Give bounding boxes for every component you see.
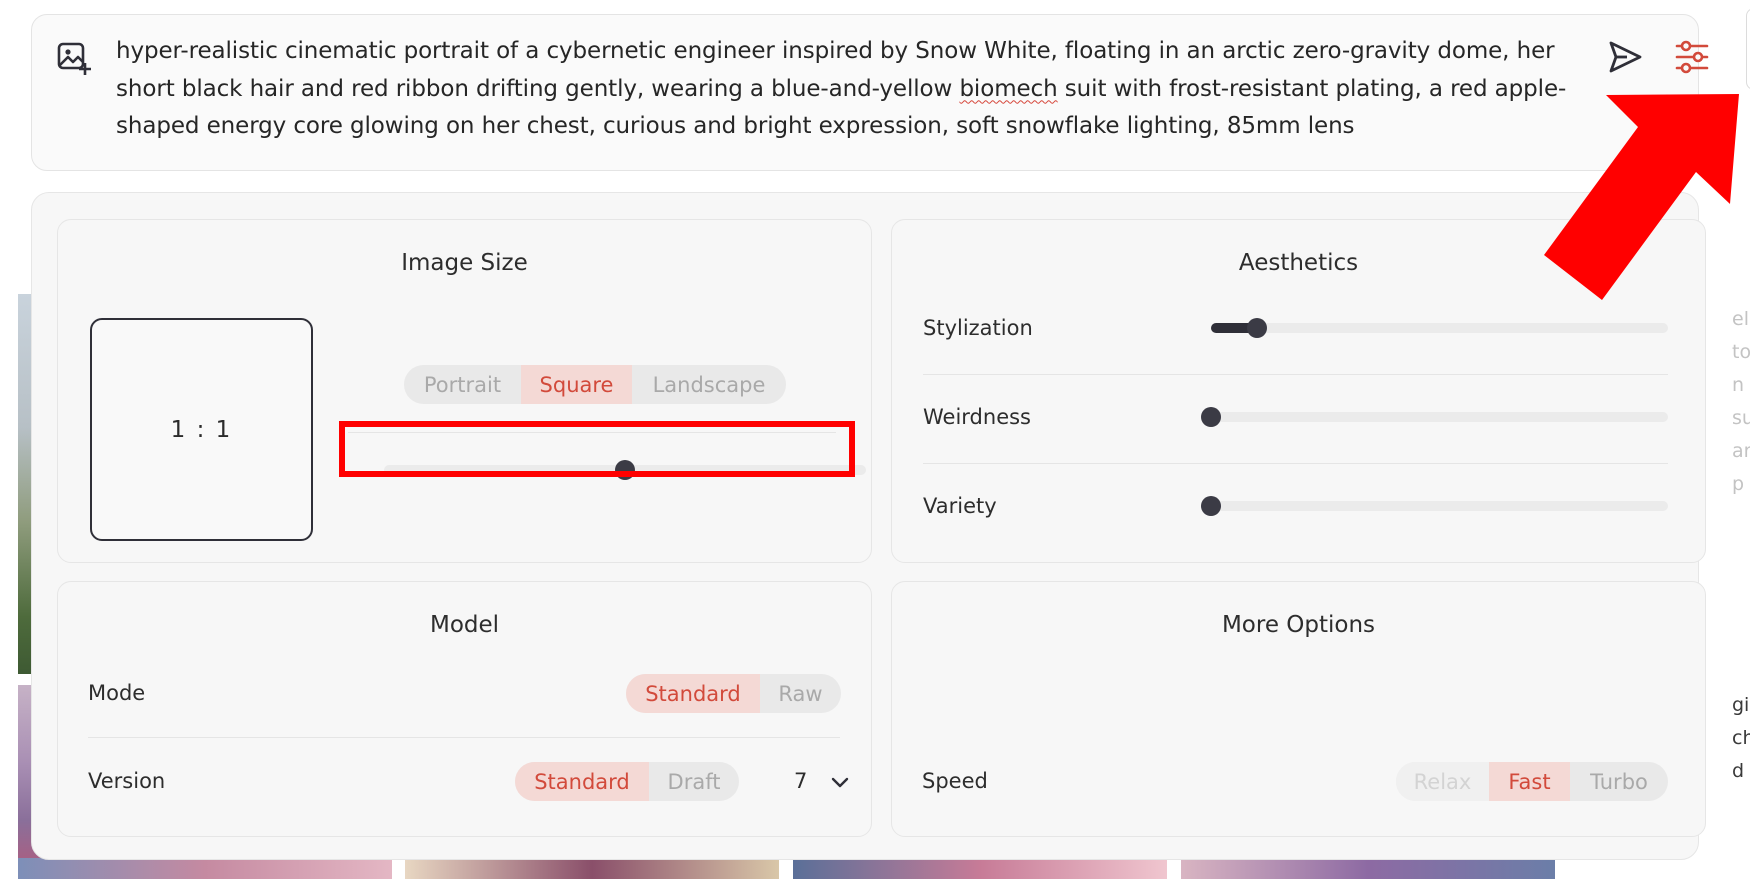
prompt-line: hyper-realistic cinematic portrait of a … <box>116 38 1555 64</box>
weirdness-slider[interactable] <box>1201 407 1668 427</box>
variety-slider[interactable] <box>1201 496 1668 516</box>
model-card: Model Mode Standard Raw Version Standard… <box>57 581 872 837</box>
highlight-annotation <box>339 421 855 477</box>
weirdness-label: Weirdness <box>923 405 1031 429</box>
misspelled-word[interactable]: biomech <box>959 76 1057 102</box>
mode-toggle: Standard Raw <box>626 674 841 713</box>
orientation-toggle: Portrait Square Landscape <box>404 365 786 404</box>
prompt-input[interactable]: hyper-realistic cinematic portrait of a … <box>116 33 1616 146</box>
version-toggle: Standard Draft <box>515 762 739 801</box>
background-text: gi <box>1732 694 1750 716</box>
red-arrow-annotation <box>1544 94 1739 300</box>
mode-raw-button[interactable]: Raw <box>760 674 841 713</box>
version-draft-button[interactable]: Draft <box>649 762 739 801</box>
speed-relax-button[interactable]: Relax <box>1396 762 1489 801</box>
image-size-card: Image Size 1 : 1 Portrait Square Landsca… <box>57 219 872 563</box>
prompt-bar: hyper-realistic cinematic portrait of a … <box>31 14 1709 171</box>
prompt-line: suit with frost-resistant plating, a red… <box>1057 75 1567 102</box>
gallery-thumbnail[interactable] <box>793 858 1167 879</box>
gallery-thumbnail[interactable] <box>405 858 779 879</box>
divider <box>88 737 840 738</box>
variety-label: Variety <box>923 494 997 518</box>
settings-panel: Image Size 1 : 1 Portrait Square Landsca… <box>31 192 1706 860</box>
stylization-label: Stylization <box>923 316 1033 340</box>
background-text: su <box>1732 407 1750 429</box>
background-text: d <box>1732 760 1745 782</box>
orientation-square-button[interactable]: Square <box>521 365 632 404</box>
speed-label: Speed <box>922 769 988 793</box>
background-text: ar <box>1732 440 1750 462</box>
more-options-card: More Options Speed Relax Fast Turbo <box>891 581 1706 837</box>
slider-thumb[interactable] <box>1246 318 1267 338</box>
gallery-thumbnail[interactable] <box>18 858 392 879</box>
aspect-ratio-label: 1 : 1 <box>170 416 233 443</box>
stylization-slider[interactable] <box>1211 318 1668 338</box>
speed-toggle: Relax Fast Turbo <box>1396 762 1668 801</box>
prompt-line: shaped energy core glowing on her chest,… <box>116 113 1355 139</box>
more-options-title: More Options <box>1221 612 1376 638</box>
version-standard-button[interactable]: Standard <box>515 762 649 801</box>
version-label: Version <box>88 769 166 793</box>
speed-turbo-button[interactable]: Turbo <box>1570 762 1668 801</box>
model-title: Model <box>429 612 500 638</box>
chevron-down-icon[interactable] <box>828 770 852 794</box>
image-size-title: Image Size <box>401 250 528 276</box>
background-text: ch <box>1732 727 1750 749</box>
sliders-icon[interactable] <box>1672 37 1712 77</box>
slider-thumb[interactable] <box>1201 496 1221 516</box>
divider <box>923 374 1668 375</box>
orientation-landscape-button[interactable]: Landscape <box>632 365 786 404</box>
image-add-icon[interactable] <box>56 40 92 76</box>
orientation-portrait-button[interactable]: Portrait <box>404 365 521 404</box>
send-icon[interactable] <box>1605 37 1645 77</box>
mode-label: Mode <box>88 681 146 705</box>
background-text: p <box>1732 473 1745 495</box>
prompt-line: short black hair and red ribbon drifting… <box>116 75 960 102</box>
slider-thumb[interactable] <box>1201 407 1221 427</box>
divider <box>923 463 1668 464</box>
mode-standard-button[interactable]: Standard <box>626 674 760 713</box>
side-panel-card <box>1746 8 1750 90</box>
speed-fast-button[interactable]: Fast <box>1489 762 1570 801</box>
version-number[interactable]: 7 <box>794 769 807 793</box>
background-text: to <box>1732 341 1750 363</box>
aspect-ratio-preview: 1 : 1 <box>90 318 313 541</box>
background-text: n <box>1732 374 1745 396</box>
gallery-thumbnail[interactable] <box>1181 858 1555 879</box>
